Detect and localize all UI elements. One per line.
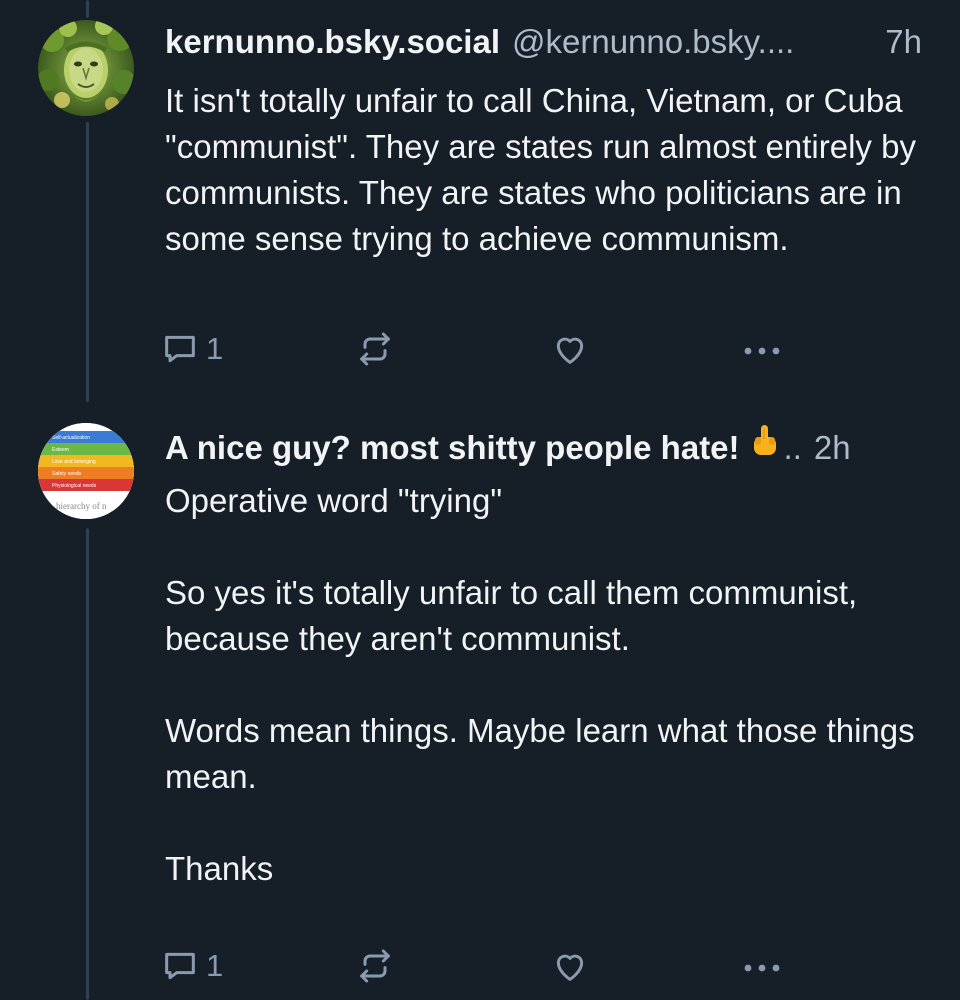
like-button[interactable] <box>550 324 590 374</box>
post[interactable]: kernunno.bsky.social @kernunno.bsky.... … <box>0 0 960 400</box>
post-text: It isn't totally unfair to call China, V… <box>165 82 916 257</box>
timestamp[interactable]: 7h <box>885 22 922 62</box>
truncation-dots: .. <box>783 429 802 466</box>
maslow-hierarchy-avatar-icon: Self-actualization Esteem Love and belon… <box>38 423 134 519</box>
more-icon <box>744 964 780 972</box>
post-header: A nice guy? most shitty people hate! .. … <box>165 423 922 468</box>
avatar[interactable] <box>38 20 134 116</box>
post[interactable]: Self-actualization Esteem Love and belon… <box>0 405 960 1000</box>
maslow-label-love: Love and belonging <box>52 459 96 465</box>
reply-icon <box>165 952 195 980</box>
post-actions: 1 <box>160 941 800 991</box>
handle[interactable]: @kernunno.bsky.... <box>512 22 881 62</box>
green-man-avatar-icon <box>38 20 134 116</box>
maslow-label-self: Self-actualization <box>52 435 90 441</box>
maslow-label-esteem: Esteem <box>52 447 69 453</box>
like-button[interactable] <box>550 941 590 991</box>
repost-icon <box>360 949 390 983</box>
display-name[interactable]: kernunno.bsky.social <box>165 22 500 62</box>
maslow-caption: hierarchy of n <box>56 501 107 511</box>
maslow-label-safety: Safety needs <box>52 471 82 477</box>
reply-icon <box>165 335 195 363</box>
heart-icon <box>556 954 584 981</box>
repost-button[interactable] <box>355 941 395 991</box>
post-header: kernunno.bsky.social @kernunno.bsky.... … <box>165 22 922 62</box>
maslow-label-physio: Physiological needs <box>52 483 97 489</box>
reply-button[interactable]: 1 <box>160 941 223 991</box>
more-icon <box>744 347 780 355</box>
avatar[interactable]: Self-actualization Esteem Love and belon… <box>38 423 134 519</box>
repost-icon <box>360 332 390 366</box>
thread-feed: kernunno.bsky.social @kernunno.bsky.... … <box>0 0 960 1000</box>
more-options-button[interactable] <box>740 941 784 991</box>
reply-button[interactable]: 1 <box>160 324 223 374</box>
display-name[interactable]: A nice guy? most shitty people hate! <box>165 428 740 468</box>
timestamp[interactable]: 2h <box>814 428 851 468</box>
repost-button[interactable] <box>355 324 395 374</box>
reply-count: 1 <box>206 948 224 983</box>
post-text: Operative word "trying" So yes it's tota… <box>165 482 915 887</box>
reply-count: 1 <box>206 331 224 366</box>
more-options-button[interactable] <box>740 324 784 374</box>
post-actions: 1 <box>160 324 800 374</box>
heart-icon <box>556 337 584 364</box>
middle-finger-emoji-icon <box>750 423 780 459</box>
